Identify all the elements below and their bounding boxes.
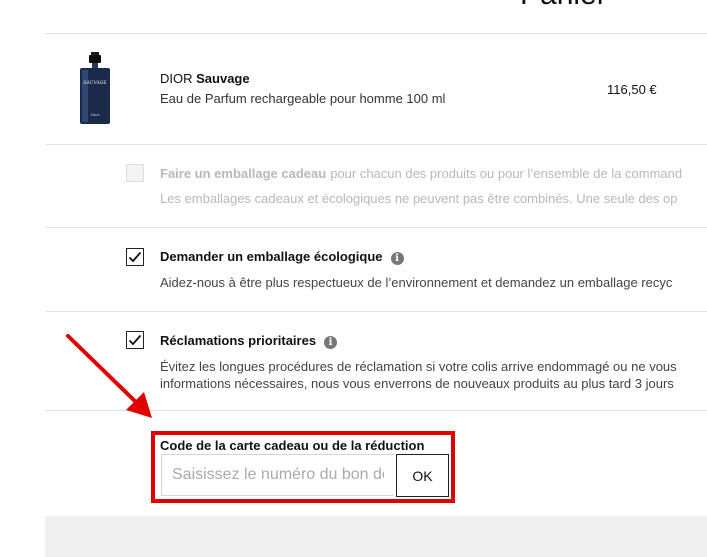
page-title: Panier	[520, 0, 607, 12]
gift-wrap-text: Les emballages cadeaux et écologiques ne…	[160, 191, 678, 206]
arrow-icon	[66, 334, 152, 418]
product-name[interactable]: DIOR Sauvage	[160, 71, 250, 86]
gift-wrap-title: Faire un emballage cadeau pour chacun des…	[160, 166, 683, 181]
product-price: 116,50 €	[607, 82, 657, 97]
eco-wrap-checkbox[interactable]	[126, 248, 144, 266]
product-image[interactable]: SAUVAGE Dior	[78, 52, 112, 126]
coupon-ok-button[interactable]: OK	[396, 454, 449, 497]
summary-panel	[45, 516, 707, 557]
eco-wrap-title: Demander un emballage écologique i	[160, 249, 404, 265]
priority-claims-text-line2: informations nécessaires, nous vous enve…	[160, 376, 674, 391]
product-description: Eau de Parfum rechargeable pour homme 10…	[160, 91, 446, 106]
product-image-brand: Dior	[91, 112, 100, 117]
coupon-code-input[interactable]	[161, 454, 394, 496]
divider	[45, 144, 707, 145]
divider	[45, 227, 707, 228]
product-title: Sauvage	[196, 71, 250, 86]
info-icon[interactable]: i	[324, 336, 338, 349]
coupon-label: Code de la carte cadeau ou de la réducti…	[160, 438, 425, 453]
gift-wrap-title-suffix: pour chacun des produits ou pour l’ensem…	[330, 166, 683, 181]
gift-wrap-checkbox[interactable]	[126, 164, 144, 182]
eco-wrap-text: Aidez-nous à être plus respectueux de l’…	[160, 275, 673, 290]
divider	[45, 33, 707, 34]
product-brand: DIOR	[160, 71, 193, 86]
priority-claims-title: Réclamations prioritaires i	[160, 333, 338, 349]
divider	[45, 311, 707, 312]
info-icon[interactable]: i	[390, 252, 404, 265]
priority-claims-text-line1: Évitez les longues procédures de réclama…	[160, 359, 677, 374]
product-image-label: SAUVAGE	[83, 80, 106, 86]
check-icon	[128, 251, 142, 263]
